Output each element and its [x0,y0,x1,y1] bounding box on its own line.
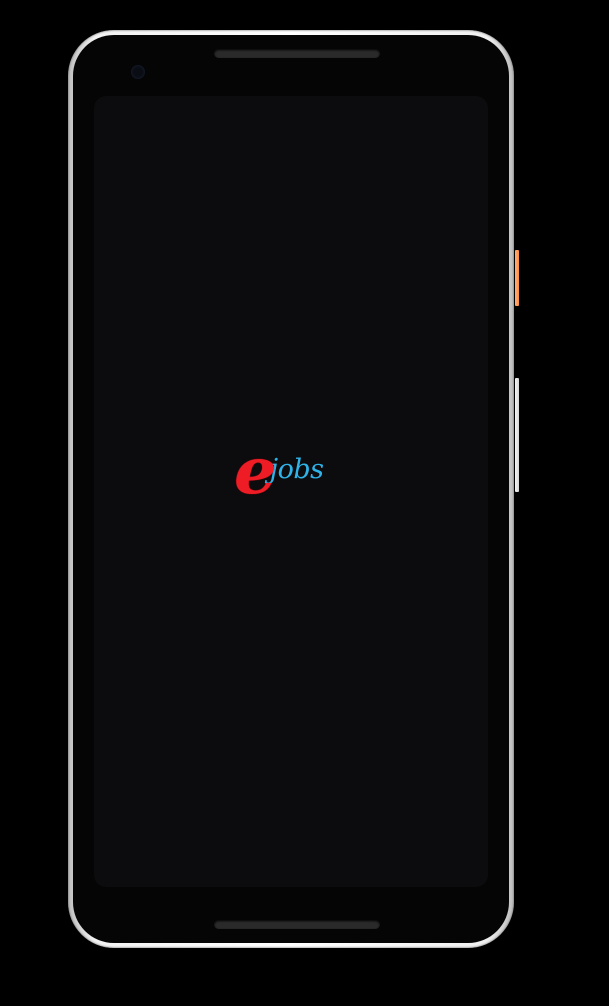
splash-screen[interactable]: e jobs [94,96,488,887]
app-logo: e jobs [233,434,351,509]
camera-icon [131,65,145,79]
logo-wordmark: jobs [269,454,324,485]
logo-mark: e [233,434,277,509]
page: e jobs [0,0,609,1006]
top-speaker [214,49,380,58]
volume-button [515,378,519,492]
power-button [515,250,519,306]
phone-bezel: e jobs [73,35,509,943]
bottom-speaker [214,920,380,929]
phone-frame: e jobs [68,30,519,948]
